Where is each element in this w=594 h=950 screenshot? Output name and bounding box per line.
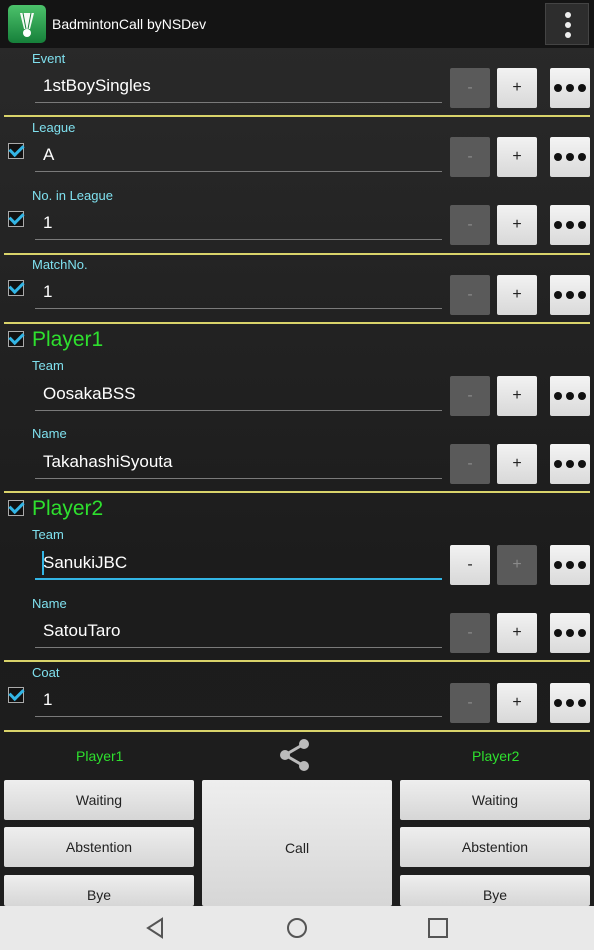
no-in-league-field[interactable]: 1 [35, 208, 442, 240]
share-icon[interactable] [276, 736, 314, 774]
separator [4, 115, 590, 117]
player1-checkbox[interactable] [8, 331, 24, 347]
player1-waiting-button[interactable]: Waiting [4, 780, 194, 820]
match-no-field[interactable]: 1 [35, 277, 442, 309]
recents-icon[interactable] [424, 914, 452, 942]
player2-team-plus-button[interactable]: + [497, 545, 537, 585]
player1-name-label: Name [32, 426, 67, 441]
player1-team-plus-button[interactable]: + [497, 376, 537, 416]
coat-checkbox[interactable] [8, 687, 24, 703]
separator [4, 491, 590, 493]
player2-team-value: SanukiJBC [43, 553, 128, 572]
player1-team-label: Team [32, 358, 64, 373]
player1-name-more-button[interactable] [550, 444, 590, 484]
call-button[interactable]: Call [202, 780, 392, 906]
player2-bye-button[interactable]: Bye [400, 875, 590, 906]
coat-more-button[interactable] [550, 683, 590, 723]
dot [565, 22, 571, 28]
dot [565, 12, 571, 18]
player2-name-minus-button[interactable]: - [450, 613, 490, 653]
overflow-menu-button[interactable] [545, 3, 589, 45]
player2-name-more-button[interactable] [550, 613, 590, 653]
player1-bye-button[interactable]: Bye [4, 875, 194, 906]
league-more-button[interactable] [550, 137, 590, 177]
player1-team-field[interactable]: OosakaBSS [35, 379, 442, 411]
player1-abstention-button[interactable]: Abstention [4, 827, 194, 867]
no-in-league-label: No. in League [32, 188, 113, 203]
separator [4, 660, 590, 662]
no-in-league-plus-button[interactable]: + [497, 205, 537, 245]
match-no-more-button[interactable] [550, 275, 590, 315]
match-no-minus-button[interactable]: - [450, 275, 490, 315]
player2-name-plus-button[interactable]: + [497, 613, 537, 653]
event-plus-button[interactable]: + [497, 68, 537, 108]
action-bar: BadmintonCall byNSDev [0, 0, 594, 48]
player1-team-more-button[interactable] [550, 376, 590, 416]
player2-team-label: Team [32, 527, 64, 542]
event-minus-button[interactable]: - [450, 68, 490, 108]
coat-label: Coat [32, 665, 60, 680]
separator [4, 730, 590, 732]
league-plus-button[interactable]: + [497, 137, 537, 177]
shuttlecock-icon [8, 5, 46, 43]
no-in-league-checkbox[interactable] [8, 211, 24, 227]
coat-field[interactable]: 1 [35, 685, 442, 717]
back-icon[interactable] [142, 914, 170, 942]
league-field[interactable]: A [35, 140, 442, 172]
app-screen: BadmintonCall byNSDev Event 1stBoySingle… [0, 0, 594, 950]
league-checkbox[interactable] [8, 143, 24, 159]
league-label: League [32, 120, 76, 135]
player2-team-more-button[interactable] [550, 545, 590, 585]
coat-plus-button[interactable]: + [497, 683, 537, 723]
player2-team-field[interactable]: SanukiJBC [35, 548, 442, 580]
event-more-button[interactable] [550, 68, 590, 108]
navigation-bar [0, 906, 594, 950]
match-no-checkbox[interactable] [8, 280, 24, 296]
no-in-league-minus-button[interactable]: - [450, 205, 490, 245]
match-no-label: MatchNo. [32, 257, 88, 272]
coat-minus-button[interactable]: - [450, 683, 490, 723]
dot [565, 32, 571, 38]
player2-name-label: Name [32, 596, 67, 611]
match-no-plus-button[interactable]: + [497, 275, 537, 315]
player1-team-minus-button[interactable]: - [450, 376, 490, 416]
player2-heading: Player2 [32, 497, 104, 520]
league-minus-button[interactable]: - [450, 137, 490, 177]
player2-team-minus-button[interactable]: - [450, 545, 490, 585]
app-title: BadmintonCall byNSDev [52, 16, 207, 32]
event-field[interactable]: 1stBoySingles [35, 71, 442, 103]
event-label: Event [32, 51, 66, 66]
home-icon[interactable] [283, 914, 311, 942]
player1-bottom-label: Player1 [76, 748, 124, 764]
player2-name-field[interactable]: SatouTaro [35, 616, 442, 648]
separator [4, 253, 590, 255]
player1-name-plus-button[interactable]: + [497, 444, 537, 484]
player1-heading: Player1 [32, 328, 104, 351]
player2-waiting-button[interactable]: Waiting [400, 780, 590, 820]
text-cursor [42, 551, 44, 575]
player1-name-minus-button[interactable]: - [450, 444, 490, 484]
player2-checkbox[interactable] [8, 500, 24, 516]
no-in-league-more-button[interactable] [550, 205, 590, 245]
player2-bottom-label: Player2 [472, 748, 520, 764]
player2-abstention-button[interactable]: Abstention [400, 827, 590, 867]
player1-name-field[interactable]: TakahashiSyouta [35, 447, 442, 479]
separator [4, 322, 590, 324]
